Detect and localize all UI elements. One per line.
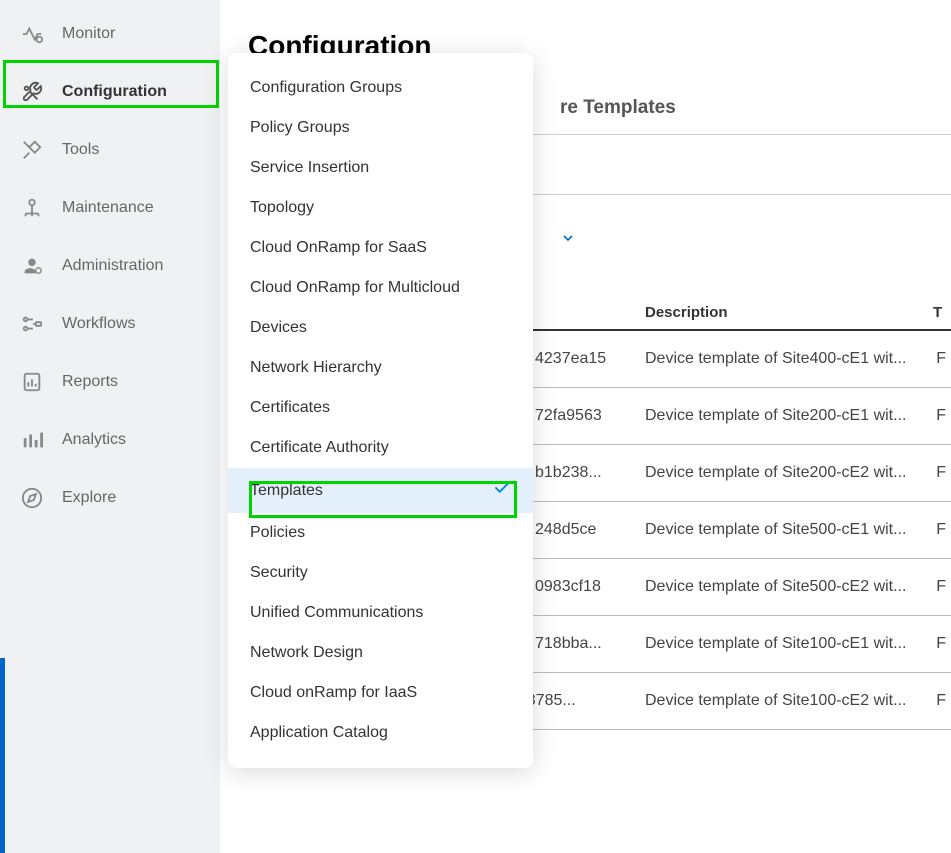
cell-description: Device template of Site200-cE2 wit... [645, 464, 933, 482]
maintenance-icon [20, 196, 44, 220]
cell-description: Device template of Site500-cE2 wit... [645, 578, 933, 596]
cell-description: Device template of Site500-cE1 wit... [645, 521, 933, 539]
sidebar-item-explore[interactable]: Explore [0, 469, 220, 527]
menu-item-certificates[interactable]: Certificates [228, 388, 533, 428]
menu-item-network-design[interactable]: Network Design [228, 633, 533, 673]
cell-type: F [933, 692, 951, 710]
menu-item-cloud-onramp-multicloud[interactable]: Cloud OnRamp for Multicloud [228, 268, 533, 308]
sidebar-item-reports[interactable]: Reports [0, 353, 220, 411]
cell-description: Device template of Site100-cE1 wit... [645, 635, 933, 653]
wrench-icon [20, 80, 44, 104]
menu-item-security[interactable]: Security [228, 553, 533, 593]
cell-description: Device template of Site100-cE2 wit... [645, 692, 933, 710]
workflow-icon [20, 312, 44, 336]
check-icon [493, 479, 511, 502]
cell-type: F [933, 521, 951, 539]
monitor-icon [20, 22, 44, 46]
sidebar: Monitor Configuration Tools Maintenance … [0, 0, 220, 853]
menu-item-policy-groups[interactable]: Policy Groups [228, 108, 533, 148]
sidebar-item-label: Tools [62, 141, 99, 159]
sidebar-item-label: Explore [62, 489, 116, 507]
menu-item-certificate-authority[interactable]: Certificate Authority [228, 428, 533, 468]
cell-description: Device template of Site200-cE1 wit... [645, 407, 933, 425]
menu-item-devices[interactable]: Devices [228, 308, 533, 348]
admin-icon [20, 254, 44, 278]
menu-item-templates[interactable]: Templates [228, 468, 533, 513]
sidebar-item-workflows[interactable]: Workflows [0, 295, 220, 353]
compass-icon [20, 486, 44, 510]
chevron-down-icon [560, 230, 576, 251]
sidebar-item-label: Reports [62, 373, 118, 391]
sidebar-item-label: Administration [62, 257, 163, 275]
cell-type: F [933, 578, 951, 596]
menu-item-configuration-groups[interactable]: Configuration Groups [228, 68, 533, 108]
sidebar-item-label: Analytics [62, 431, 126, 449]
sidebar-item-label: Maintenance [62, 199, 154, 217]
sidebar-item-analytics[interactable]: Analytics [0, 411, 220, 469]
sidebar-item-label: Workflows [62, 315, 136, 333]
configuration-submenu: Configuration Groups Policy Groups Servi… [228, 53, 533, 768]
cell-description: Device template of Site400-cE1 wit... [645, 350, 933, 368]
sidebar-active-indicator [0, 658, 5, 853]
sidebar-item-administration[interactable]: Administration [0, 237, 220, 295]
sidebar-item-label: Configuration [62, 83, 167, 101]
menu-item-unified-communications[interactable]: Unified Communications [228, 593, 533, 633]
sidebar-item-tools[interactable]: Tools [0, 121, 220, 179]
sidebar-item-label: Monitor [62, 25, 115, 43]
tab-feature-templates[interactable]: re Templates [560, 97, 676, 118]
menu-item-network-hierarchy[interactable]: Network Hierarchy [228, 348, 533, 388]
menu-item-policies[interactable]: Policies [228, 513, 533, 553]
sidebar-item-configuration[interactable]: Configuration [0, 63, 220, 121]
cell-type: F [933, 635, 951, 653]
cell-type: F [933, 407, 951, 425]
menu-item-cloud-onramp-saas[interactable]: Cloud OnRamp for SaaS [228, 228, 533, 268]
report-icon [20, 370, 44, 394]
sidebar-item-maintenance[interactable]: Maintenance [0, 179, 220, 237]
cell-type: F [933, 350, 951, 368]
analytics-icon [20, 428, 44, 452]
tools-icon [20, 138, 44, 162]
sidebar-item-monitor[interactable]: Monitor [0, 5, 220, 63]
menu-item-topology[interactable]: Topology [228, 188, 533, 228]
column-header-type[interactable]: T [933, 304, 951, 321]
column-header-description[interactable]: Description [645, 304, 933, 321]
menu-item-cloud-onramp-iaas[interactable]: Cloud onRamp for IaaS [228, 673, 533, 713]
menu-item-application-catalog[interactable]: Application Catalog [228, 713, 533, 753]
cell-type: F [933, 464, 951, 482]
menu-item-service-insertion[interactable]: Service Insertion [228, 148, 533, 188]
